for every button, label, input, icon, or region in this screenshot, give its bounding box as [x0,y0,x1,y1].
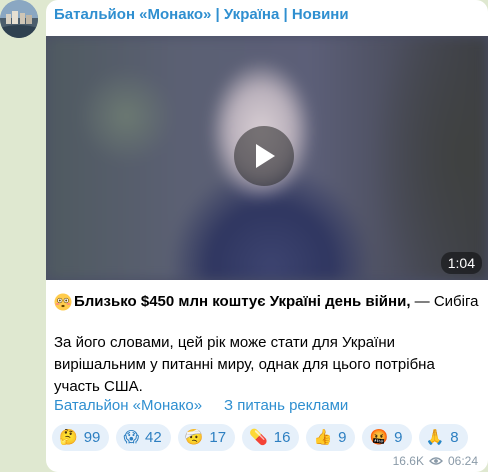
play-button[interactable] [234,126,294,186]
reactions-bar: 🤔 99 😱 42 🤕 17 💊 16 👍 9 🤬 9 🙏 8 [52,424,468,451]
channel-title[interactable]: Батальйон «Монако» | Україна | Новини [54,6,349,23]
flushed-face-icon [54,293,72,311]
reaction-count: 42 [145,429,162,446]
post-text: Близько $450 млн коштує Україні день вій… [54,292,482,398]
view-count: 16.6K [392,454,424,468]
post-links: Батальйон «Монако» З питань реклами [54,397,348,414]
video-duration: 1:04 [440,252,482,274]
reaction-thumbs-up[interactable]: 👍 9 [306,424,356,451]
avatar-image [0,0,38,38]
headline-bold: Близько $450 млн коштує Україні день вій… [74,293,411,310]
headline-source: — Сибіга [410,293,479,310]
pill-icon: 💊 [249,429,268,446]
head-bandage-face-icon: 🤕 [184,429,204,446]
reaction-pill[interactable]: 💊 16 [242,424,300,451]
reaction-count: 17 [209,429,227,446]
message-bubble: Батальйон «Монако» | Україна | Новини 1:… [46,0,488,472]
folded-hands-icon: 🙏 [425,429,445,446]
reaction-pray[interactable]: 🙏 8 [418,424,468,451]
reaction-angry[interactable]: 🤬 9 [362,424,412,451]
video-preview[interactable]: 1:04 [46,36,488,280]
reaction-count: 16 [273,429,291,446]
reaction-count: 99 [83,429,101,446]
post-body: За його словами, цей рік може стати для … [54,334,435,395]
eye-icon [428,457,443,465]
screaming-face-icon: 😱 [123,429,140,446]
message-meta: 16.6K 06:24 [393,454,478,468]
reaction-count: 9 [394,429,403,446]
reaction-bandage[interactable]: 🤕 17 [177,424,236,451]
play-icon [256,144,275,168]
swearing-face-icon: 🤬 [369,429,389,446]
thinking-face-icon: 🤔 [59,429,78,446]
message-time: 06:24 [447,454,478,468]
channel-link[interactable]: Батальйон «Монако» [54,397,202,414]
post-headline: Близько $450 млн коштує Україні день вій… [54,292,482,312]
reaction-screaming[interactable]: 😱 42 [116,424,171,451]
channel-avatar[interactable] [0,0,38,38]
thumbs-up-icon: 👍 [313,429,333,446]
reaction-count: 9 [338,429,347,446]
reaction-count: 8 [450,429,459,446]
ads-link[interactable]: З питань реклами [224,397,348,414]
reaction-thinking[interactable]: 🤔 99 [52,424,110,451]
